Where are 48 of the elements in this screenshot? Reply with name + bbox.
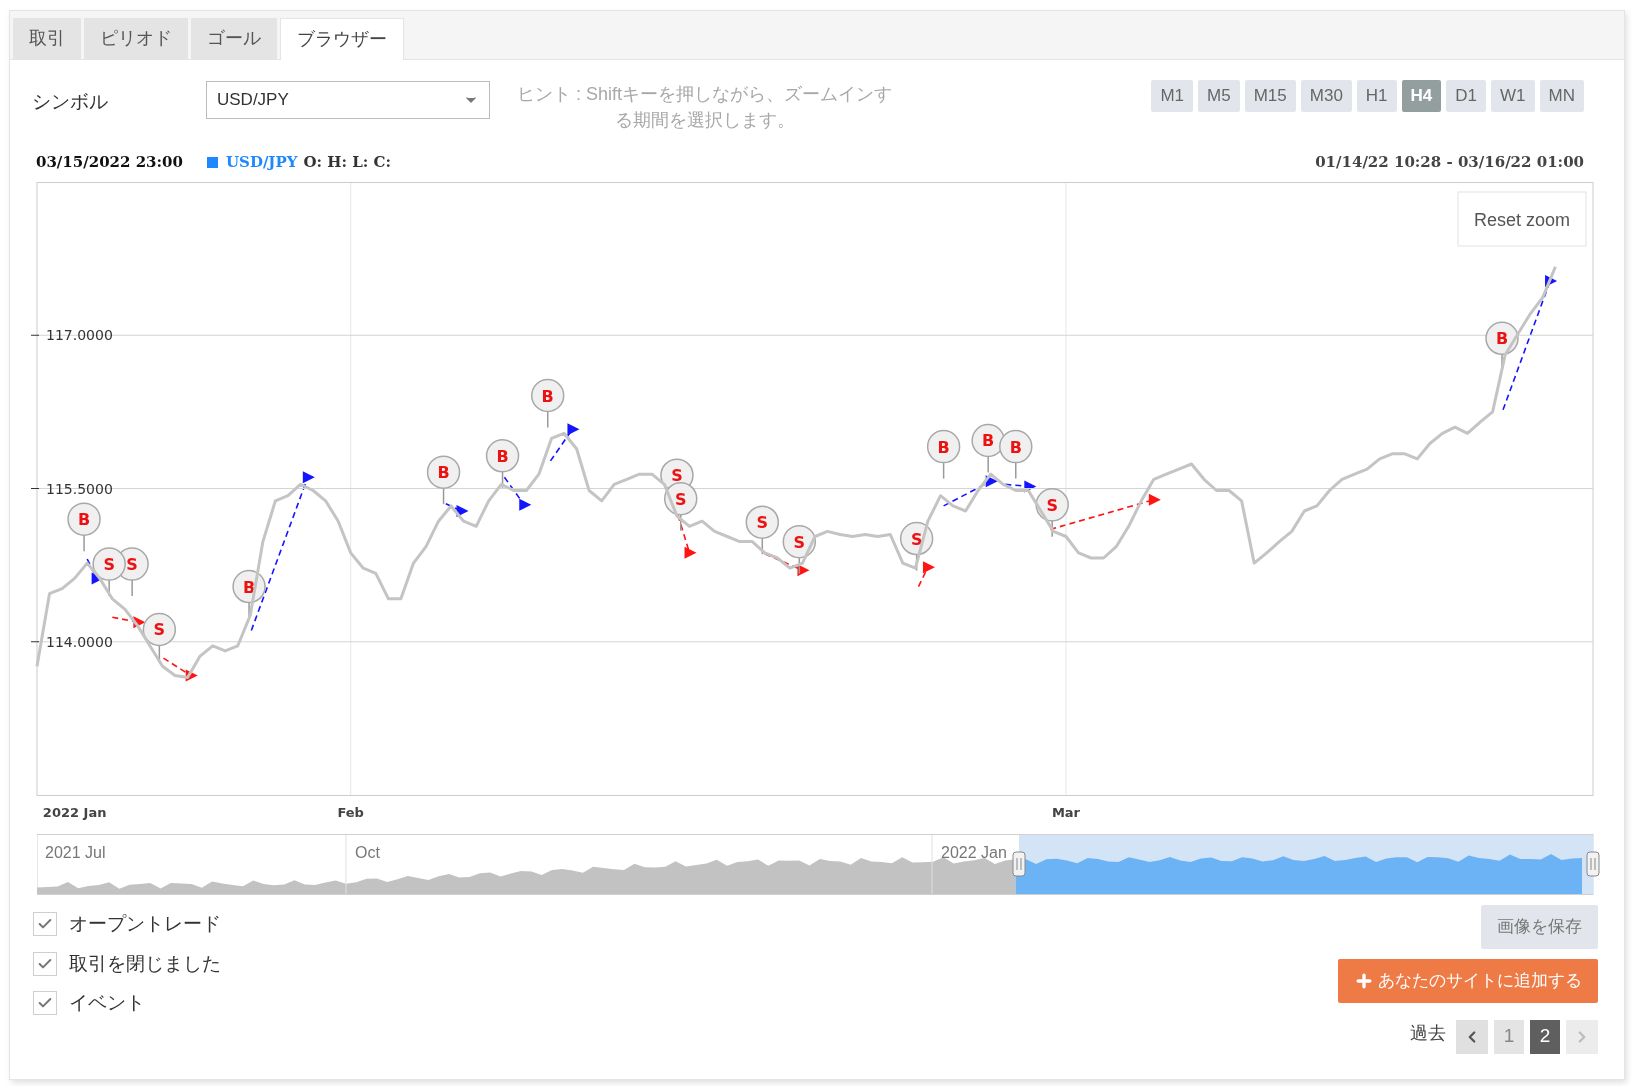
timeframe-button[interactable]: MN: [1539, 80, 1584, 112]
timeframe-button[interactable]: M15: [1244, 80, 1296, 112]
navigator-label: 2022 Jan: [941, 844, 1007, 861]
save-image-button[interactable]: 画像を保存: [1481, 905, 1598, 949]
y-axis-label: 114.0000: [30, 633, 113, 650]
timeframe-button[interactable]: D1: [1446, 80, 1487, 112]
checkbox[interactable]: [33, 912, 57, 937]
navigator-label: Oct: [355, 844, 380, 861]
checkbox[interactable]: [33, 951, 57, 976]
y-axis-label: 115.5000: [30, 480, 113, 497]
checkbox-label: オープントレード: [69, 912, 221, 936]
x-axis-label: 2022 Jan: [42, 805, 107, 820]
tab[interactable]: 取引: [13, 18, 81, 59]
timeframe-button[interactable]: H1: [1356, 80, 1397, 112]
tab[interactable]: ゴール: [191, 18, 277, 59]
navigator-label: 2021 Jul: [45, 844, 106, 861]
chart-timestamp: 03/15/2022 23:00: [36, 151, 183, 173]
reset-zoom-button[interactable]: Reset zoom: [1457, 191, 1587, 247]
legend-ohlc: O: H: L: C:: [303, 151, 391, 173]
timeframe-button[interactable]: M5: [1198, 80, 1240, 112]
range-handle[interactable]: [1012, 851, 1026, 877]
timeframe-button[interactable]: W1: [1491, 80, 1535, 112]
y-tick-label: 117.0000: [46, 327, 113, 344]
timeframe-button[interactable]: M1: [1151, 80, 1194, 112]
symbol-label: シンボル: [32, 90, 109, 114]
tab[interactable]: ブラウザー: [280, 18, 404, 60]
add-to-site-button[interactable]: あなたのサイトに追加する: [1338, 959, 1598, 1003]
hint-text: ヒント : Shiftキーを押しながら、ズームインする期間を選択します。: [516, 83, 893, 132]
y-tick-label: 114.0000: [46, 633, 113, 650]
y-tick-label: 115.5000: [46, 480, 113, 497]
tab[interactable]: ピリオド: [84, 18, 188, 59]
y-axis-label: 117.0000: [30, 327, 113, 344]
checkbox-label: イベント: [69, 991, 145, 1015]
timeframe-button[interactable]: H4: [1401, 80, 1442, 112]
plus-icon: [1354, 971, 1374, 991]
x-axis-label: Feb: [337, 805, 364, 820]
pagination-label: 過去: [1410, 1022, 1446, 1045]
checkbox-label: 取引を閉じました: [69, 951, 221, 976]
x-axis-label: Mar: [1051, 805, 1081, 820]
previous-page-button[interactable]: [1456, 1019, 1488, 1054]
page-button[interactable]: 2: [1530, 1019, 1560, 1054]
page-button[interactable]: 1: [1494, 1019, 1524, 1054]
legend-symbol: USD/JPY: [225, 151, 298, 173]
timeframe-button[interactable]: M30: [1300, 80, 1352, 112]
date-range: 01/14/22 10:28 - 03/16/22 01:00: [1315, 151, 1584, 173]
range-handle[interactable]: [1586, 851, 1600, 877]
symbol-dropdown[interactable]: USD/JPY: [206, 81, 490, 119]
checkbox[interactable]: [33, 991, 57, 1016]
